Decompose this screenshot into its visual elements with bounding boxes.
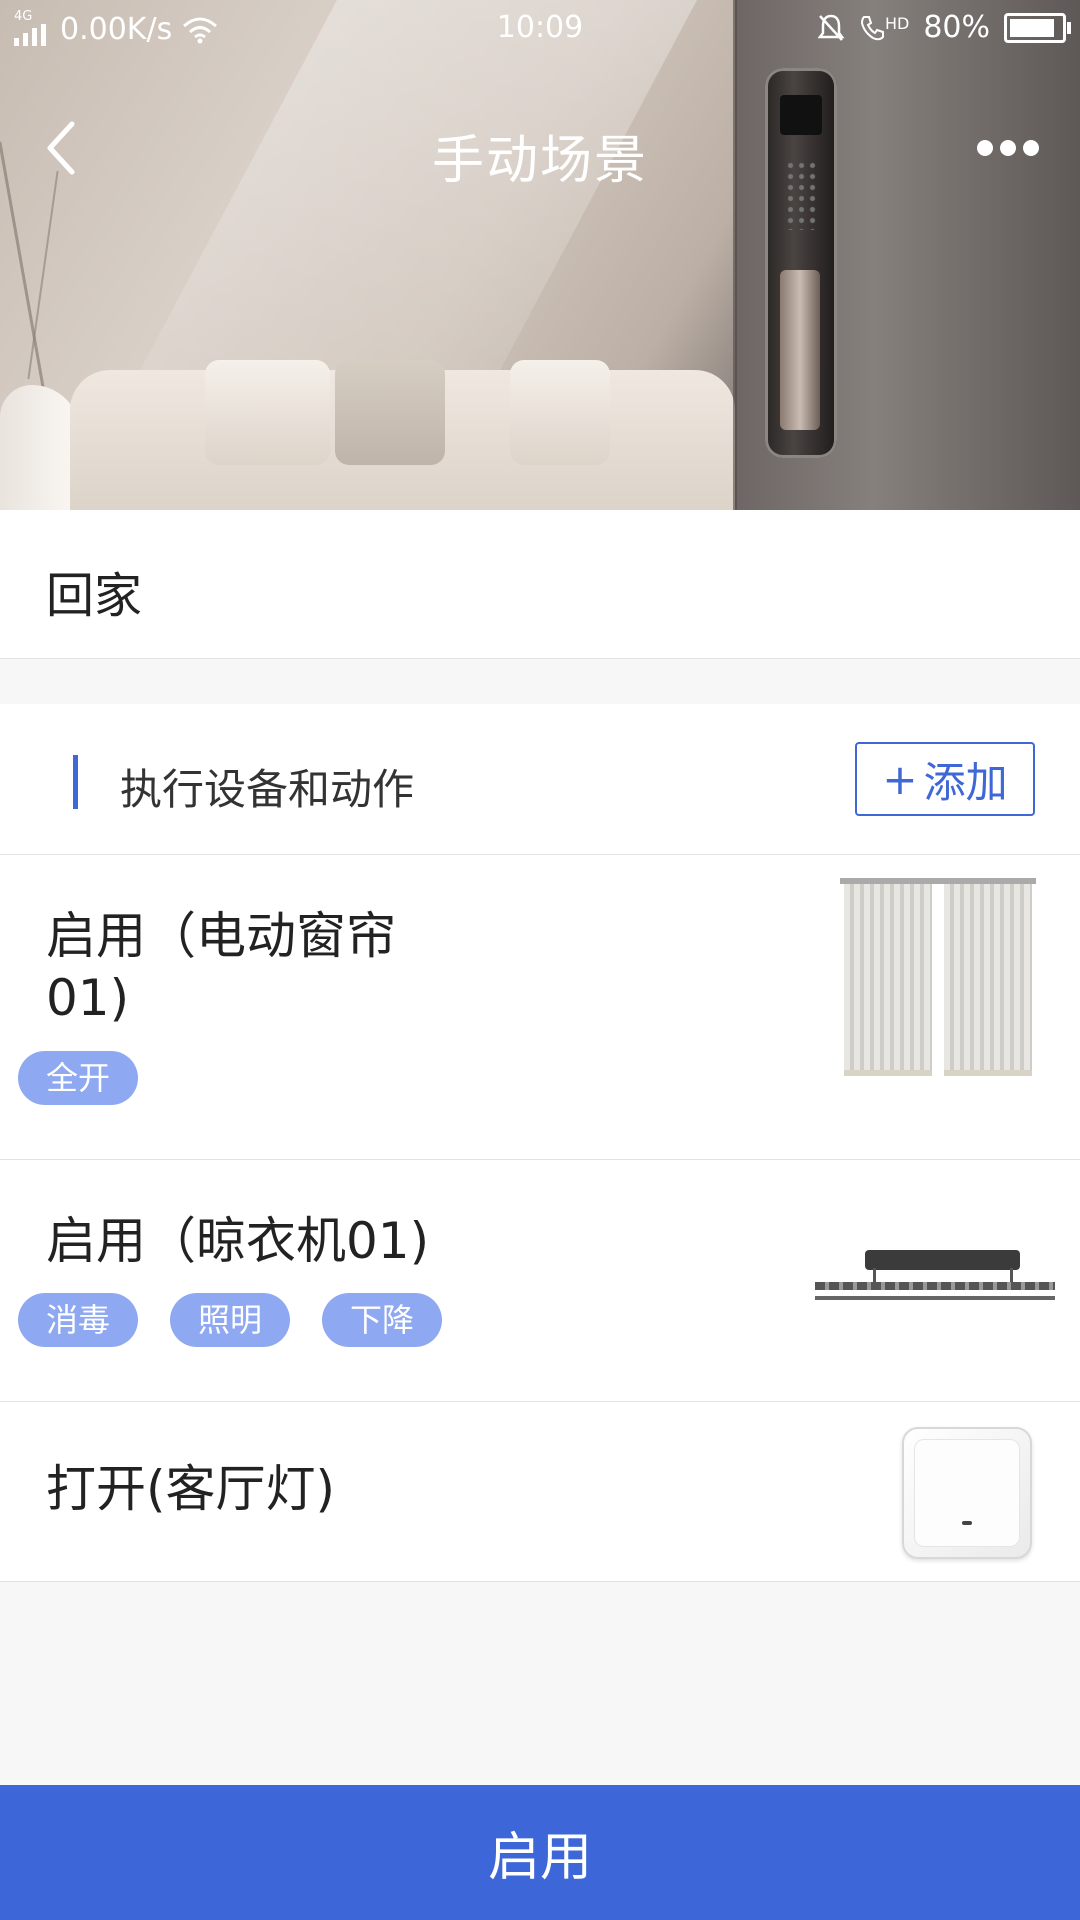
mute-bell-icon	[817, 14, 845, 41]
more-dots-icon	[977, 140, 1039, 156]
phone-icon	[860, 15, 884, 40]
pillow	[205, 360, 330, 465]
hd-label: HD	[884, 13, 910, 33]
action-tag: 下降	[322, 1293, 443, 1347]
action-tag: 消毒	[18, 1293, 139, 1347]
vase	[0, 385, 80, 510]
action-tag: 照明	[170, 1293, 291, 1347]
section-accent-bar	[73, 755, 78, 809]
light-switch-image	[902, 1427, 1032, 1559]
scene-name-row[interactable]: 回家	[0, 510, 1080, 659]
smart-lock-handle	[780, 270, 820, 430]
add-action-button[interactable]: + 添加	[855, 742, 1035, 816]
add-action-label: 添加	[923, 757, 1008, 807]
actions-section-title: 执行设备和动作	[120, 765, 415, 814]
actions-section-header: 执行设备和动作 + 添加	[0, 704, 1080, 855]
door-edge	[733, 0, 737, 510]
device-action-label: 启用（晾衣机01)	[46, 1212, 430, 1270]
battery-icon	[1004, 12, 1071, 43]
hd-call-icon: HD	[859, 14, 909, 42]
device-action-label: 打开(客厅灯)	[46, 1460, 336, 1518]
more-button[interactable]	[975, 135, 1045, 167]
curtain-image	[840, 878, 1036, 1076]
scene-cover-image	[0, 0, 1080, 510]
page-title: 手动场景	[431, 131, 648, 191]
drying-rack-image	[815, 1250, 1055, 1310]
plus-icon: +	[882, 754, 918, 804]
device-action-label: 启用（电动窗帘 01)	[46, 905, 396, 1029]
pillow	[510, 360, 610, 465]
status-right: HD 80%	[817, 10, 1071, 45]
status-bar: 4G 0.00K/s 10:09 HD 80%	[0, 0, 1080, 56]
vase-branch	[27, 170, 59, 380]
device-action-label-line: 启用（电动窗帘	[46, 907, 396, 965]
enable-scene-button[interactable]: 启用	[0, 1785, 1080, 1920]
pillow	[335, 360, 445, 465]
scene-name: 回家	[46, 568, 143, 624]
device-action-label-line: 01)	[46, 969, 130, 1027]
action-tag: 全开	[18, 1051, 139, 1105]
battery-percent: 80%	[923, 10, 990, 45]
